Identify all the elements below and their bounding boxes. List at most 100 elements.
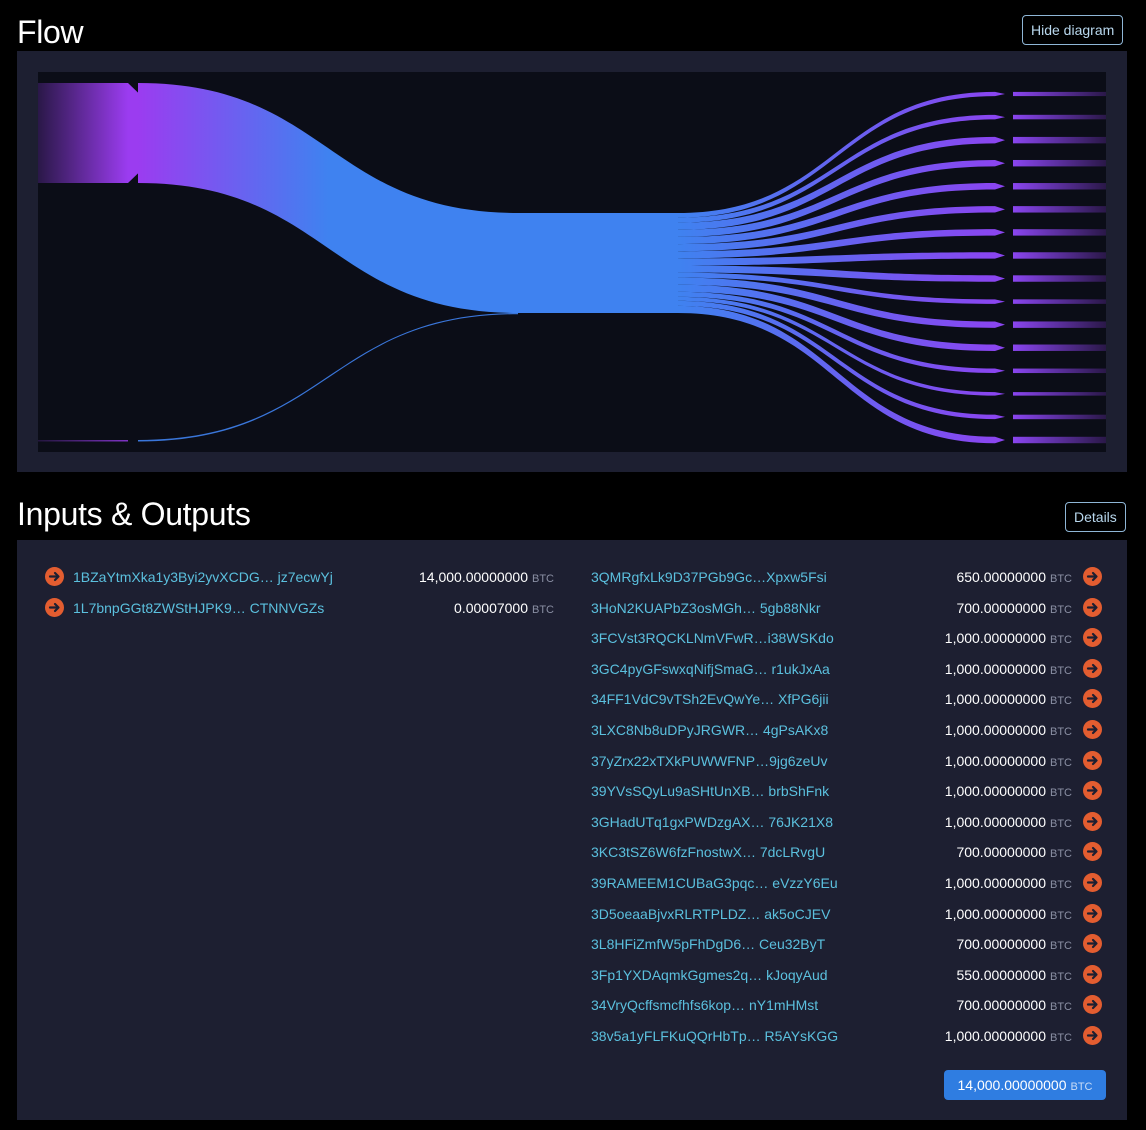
output-amount: 1,000.00000000 BTC <box>872 718 1072 744</box>
arrow-right-icon[interactable] <box>1083 995 1102 1015</box>
output-amount-unit: BTC <box>1050 573 1072 585</box>
arrow-right-icon[interactable] <box>1083 750 1102 770</box>
output-address[interactable]: 3GHadUTq1gxPWDzgAX… 76JK21X8 <box>591 810 833 834</box>
total-badge: 14,000.00000000 BTC <box>944 1070 1106 1100</box>
output-address[interactable]: 37yZrx22xTXkPUWWFNP…9jg6zeUv <box>591 749 828 773</box>
output-tail <box>1013 206 1106 213</box>
arrow-right-icon[interactable] <box>1083 628 1102 648</box>
output-amount-unit: BTC <box>1050 695 1072 708</box>
output-amount-value: 700.00000000 <box>956 936 1046 953</box>
output-tail <box>1013 252 1106 259</box>
arrow-right-icon[interactable] <box>1083 720 1102 739</box>
output-amount: 1,000.00000000 BTC <box>872 749 1072 775</box>
output-amount-unit: BTC <box>1050 879 1072 891</box>
output-address[interactable]: 3LXC8Nb8uDPyJRGWR… 4gPsAKx8 <box>591 718 828 742</box>
output-tail <box>1013 368 1106 374</box>
hide-diagram-button[interactable]: Hide diagram <box>1022 15 1124 45</box>
details-button[interactable]: Details <box>1065 502 1126 532</box>
output-amount: 700.00000000 BTC <box>872 596 1072 622</box>
output-row: 3GC4pyGFswxqNifjSmaG… r1ukJxAa 1,000.0000… <box>591 657 1106 681</box>
output-amount-value: 1,000.00000000 <box>944 1028 1046 1044</box>
output-address[interactable]: 3HoN2KUAPbZ3osMGh… 5gb88Nkr <box>591 596 821 620</box>
arrow-right-icon[interactable] <box>1083 934 1102 954</box>
arrow-right-icon[interactable] <box>1083 811 1102 831</box>
output-amount: 650.00000000 BTC <box>872 565 1072 591</box>
output-address[interactable]: 39RAMEEM1CUBaG3pqc… eVzzY6Eu <box>591 871 838 895</box>
output-tail <box>1013 436 1106 444</box>
output-row: 3LXC8Nb8uDPyJRGWR… 4gPsAKx8 1,000.0000000… <box>591 718 1106 742</box>
total-unit: BTC <box>1070 1081 1093 1093</box>
output-amount: 1,000.00000000 BTC <box>872 657 1072 683</box>
io-title: Inputs & Outputs <box>17 496 251 532</box>
output-tail <box>1013 344 1106 351</box>
output-tail <box>1013 392 1106 396</box>
input-row: 1BZaYtmXka1y3Byi2yvXCDG… jz7ecwYj 14,000.… <box>44 565 554 589</box>
arrow-right-icon[interactable] <box>1083 597 1102 617</box>
arrow-right-icon[interactable] <box>45 597 64 617</box>
arrow-right-icon[interactable] <box>1083 1026 1102 1045</box>
flow-diagram <box>38 72 1106 452</box>
output-amount-unit: BTC <box>1050 817 1072 830</box>
output-address[interactable]: 3KC3tSZ6W6fzFnostwX… 7dcLRvgU <box>591 840 825 864</box>
arrow-right-icon[interactable] <box>1083 903 1102 923</box>
arrow-right-icon[interactable] <box>1083 781 1102 801</box>
output-amount-unit: BTC <box>1050 787 1072 800</box>
arrow-right-icon[interactable] <box>1083 842 1102 862</box>
output-amount-unit: BTC <box>1050 726 1072 738</box>
output-amount: 700.00000000 BTC <box>872 993 1072 1019</box>
arrow-right-icon[interactable] <box>45 567 64 586</box>
output-row: 34VryQcffsmcfhfs6kop… nY1mHMst 700.000000… <box>591 993 1106 1017</box>
output-address[interactable]: 3FCVst3RQCKLNmVFwR…i38WSKdo <box>591 626 834 650</box>
output-amount-value: 700.00000000 <box>956 997 1046 1014</box>
output-amount: 700.00000000 BTC <box>872 932 1072 958</box>
arrow-right-icon[interactable] <box>1083 964 1102 984</box>
output-amount-unit: BTC <box>1050 1032 1072 1044</box>
arrow-right-icon[interactable] <box>1083 689 1102 709</box>
output-tail <box>1013 91 1106 97</box>
output-amount-value: 650.00000000 <box>956 569 1046 585</box>
arrow-right-icon[interactable] <box>1083 567 1102 586</box>
output-amount-unit: BTC <box>1050 603 1072 616</box>
arrow-right-icon[interactable] <box>1083 658 1102 678</box>
output-address[interactable]: 3D5oeaaBjvxRLRTPLDZ… ak5oCJEV <box>591 902 830 926</box>
output-address[interactable]: 3GC4pyGFswxqNifjSmaG… r1ukJxAa <box>591 657 830 681</box>
output-row: 3Fp1YXDAqmkGgmes2q… kJoqyAud 550.00000000… <box>591 963 1106 987</box>
input-amount-unit: BTC <box>532 573 554 585</box>
output-address[interactable]: 34VryQcffsmcfhfs6kop… nY1mHMst <box>591 993 818 1017</box>
output-tail <box>1013 229 1106 236</box>
output-amount-value: 1,000.00000000 <box>944 691 1046 708</box>
arrow-right-icon[interactable] <box>1083 873 1102 892</box>
output-address[interactable]: 3L8HFiZmfW5pFhDgD6… Ceu32ByT <box>591 932 825 956</box>
input-amount: 0.00007000 BTC <box>354 596 554 622</box>
output-amount: 700.00000000 BTC <box>872 840 1072 866</box>
output-tail <box>1013 414 1106 420</box>
input-address[interactable]: 1BZaYtmXka1y3Byi2yvXCDG… jz7ecwYj <box>73 565 333 589</box>
output-amount-value: 700.00000000 <box>956 844 1046 861</box>
output-amount-unit: BTC <box>1050 909 1072 922</box>
output-address[interactable]: 3Fp1YXDAqmkGgmes2q… kJoqyAud <box>591 963 828 987</box>
output-amount-unit: BTC <box>1050 756 1072 769</box>
output-row: 39YVsSQyLu9aSHtUnXB… brbShFnk 1,000.00000… <box>591 779 1106 803</box>
output-tail <box>1013 299 1106 304</box>
input-address[interactable]: 1L7bnpGGt8ZWStHJPK9… CTNNVGZs <box>73 596 324 620</box>
input-row: 1L7bnpGGt8ZWStHJPK9… CTNNVGZs 0.00007000 B… <box>44 596 554 620</box>
output-amount: 1,000.00000000 BTC <box>872 902 1072 928</box>
input-strand-head <box>38 83 128 183</box>
output-amount-value: 1,000.00000000 <box>944 905 1046 922</box>
output-amount-value: 1,000.00000000 <box>944 722 1046 738</box>
output-address[interactable]: 38v5a1yFLFKuQQrHbTp… R5AYsKGG <box>591 1024 838 1048</box>
output-amount: 1,000.00000000 BTC <box>872 779 1072 805</box>
input-amount: 14,000.00000000 BTC <box>354 565 554 591</box>
output-amount-value: 1,000.00000000 <box>944 630 1046 647</box>
output-address[interactable]: 34FF1VdC9vTSh2EvQwYe… XfPG6jii <box>591 687 829 711</box>
flow-title: Flow <box>17 14 84 50</box>
io-panel: 1BZaYtmXka1y3Byi2yvXCDG… jz7ecwYj 14,000.… <box>17 540 1127 1120</box>
output-row: 3HoN2KUAPbZ3osMGh… 5gb88Nkr 700.00000000 B… <box>591 596 1106 620</box>
output-tail <box>1013 136 1106 144</box>
output-amount-value: 1,000.00000000 <box>944 813 1046 830</box>
output-address[interactable]: 39YVsSQyLu9aSHtUnXB… brbShFnk <box>591 779 829 803</box>
output-amount-unit: BTC <box>1050 940 1072 953</box>
input-amount-unit: BTC <box>532 603 554 616</box>
output-address[interactable]: 3QMRgfxLk9D37PGb9Gc…Xpxw5Fsi <box>591 565 827 589</box>
output-tail <box>1013 321 1106 328</box>
